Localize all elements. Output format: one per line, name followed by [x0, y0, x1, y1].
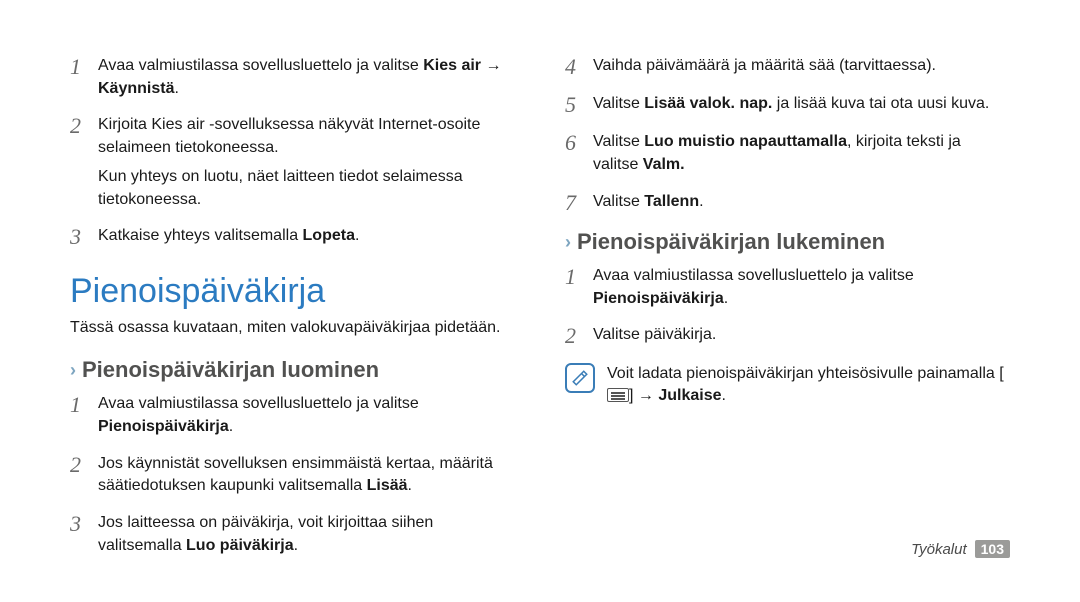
step-text: Valitse Tallenn. [593, 191, 1010, 215]
note-block: Voit ladata pienoispäiväkirjan yhteisösi… [565, 363, 1010, 408]
step-text: Avaa valmiustilassa sovellusluettelo ja … [593, 265, 1010, 310]
step-text: Avaa valmiustilassa sovellusluettelo ja … [98, 393, 515, 438]
subsection-heading: › Pienoispäiväkirjan lukeminen [565, 229, 1010, 255]
step-text: Avaa valmiustilassa sovellusluettelo ja … [98, 55, 515, 100]
step-number: 3 [70, 225, 88, 249]
footer-section: Työkalut [911, 541, 967, 558]
section-heading: Pienoispäiväkirja [70, 272, 515, 311]
manual-page: 1 Avaa valmiustilassa sovellusluettelo j… [0, 0, 1080, 602]
note-text: Voit ladata pienoispäiväkirjan yhteisösi… [607, 363, 1010, 408]
step-item: 3 Jos laitteessa on päiväkirja, voit kir… [70, 512, 515, 557]
step-number: 1 [70, 55, 88, 100]
step-item: 2 Valitse päiväkirja. [565, 324, 1010, 348]
step-text: Vaihda päivämäärä ja määritä sää (tarvit… [593, 55, 1010, 79]
step-text: Valitse Luo muistio napauttamalla, kirjo… [593, 131, 1010, 176]
step-number: 3 [70, 512, 88, 557]
menu-icon [607, 388, 629, 402]
step-item: 1 Avaa valmiustilassa sovellusluettelo j… [70, 393, 515, 438]
right-column: 4 Vaihda päivämäärä ja määritä sää (tarv… [565, 55, 1010, 572]
step-text: Jos käynnistät sovelluksen ensimmäistä k… [98, 453, 515, 498]
step-item: 3 Katkaise yhteys valitsemalla Lopeta. [70, 225, 515, 249]
step-number: 2 [70, 114, 88, 211]
step-item: 4 Vaihda päivämäärä ja määritä sää (tarv… [565, 55, 1010, 79]
step-subtext: Kun yhteys on luotu, näet laitteen tiedo… [98, 166, 515, 211]
step-number: 5 [565, 93, 583, 117]
step-item: 2 Jos käynnistät sovelluksen ensimmäistä… [70, 453, 515, 498]
step-item: 5 Valitse Lisää valok. nap. ja lisää kuv… [565, 93, 1010, 117]
step-number: 4 [565, 55, 583, 79]
step-text: Valitse Lisää valok. nap. ja lisää kuva … [593, 93, 1010, 117]
step-item: 2 Kirjoita Kies air -sovelluksessa näkyv… [70, 114, 515, 211]
step-text: Jos laitteessa on päiväkirja, voit kirjo… [98, 512, 515, 557]
step-number: 7 [565, 191, 583, 215]
step-item: 7 Valitse Tallenn. [565, 191, 1010, 215]
step-text: Kirjoita Kies air -sovelluksessa näkyvät… [98, 114, 515, 211]
step-item: 1 Avaa valmiustilassa sovellusluettelo j… [70, 55, 515, 100]
step-text: Valitse päiväkirja. [593, 324, 1010, 348]
subsection-heading: › Pienoispäiväkirjan luominen [70, 357, 515, 383]
page-number: 103 [975, 540, 1010, 558]
step-number: 2 [565, 324, 583, 348]
step-number: 2 [70, 453, 88, 498]
section-intro: Tässä osassa kuvataan, miten valokuvapäi… [70, 317, 515, 340]
step-item: 6 Valitse Luo muistio napauttamalla, kir… [565, 131, 1010, 176]
step-number: 6 [565, 131, 583, 176]
step-number: 1 [565, 265, 583, 310]
note-icon [565, 363, 595, 393]
page-footer: Työkalut 103 [911, 540, 1010, 558]
step-item: 1 Avaa valmiustilassa sovellusluettelo j… [565, 265, 1010, 310]
step-number: 1 [70, 393, 88, 438]
left-column: 1 Avaa valmiustilassa sovellusluettelo j… [70, 55, 515, 572]
step-text: Katkaise yhteys valitsemalla Lopeta. [98, 225, 515, 249]
chevron-right-icon: › [70, 360, 76, 381]
chevron-right-icon: › [565, 232, 571, 253]
